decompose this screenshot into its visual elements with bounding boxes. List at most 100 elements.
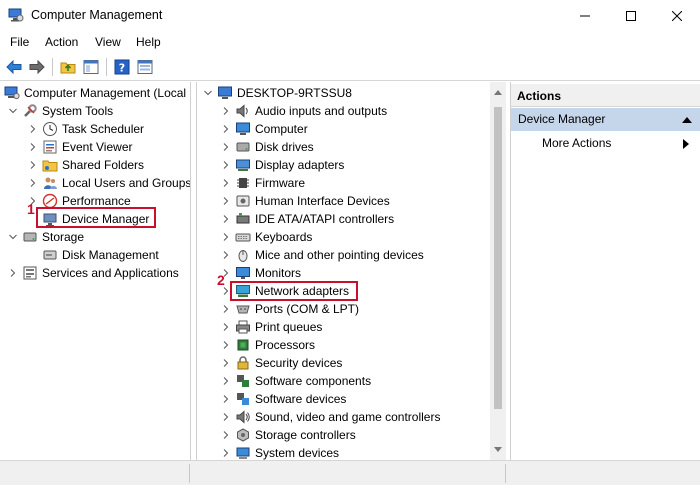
chevron-right-icon[interactable] (221, 250, 231, 260)
device-category-label: Software components (255, 374, 372, 388)
chevron-right-icon[interactable] (221, 178, 231, 188)
device-category-label: IDE ATA/ATAPI controllers (255, 212, 395, 226)
submenu-arrow-icon (683, 139, 689, 149)
tree-item-system-tools[interactable]: System Tools (8, 102, 113, 120)
device-category[interactable]: Sound, video and game controllers (221, 408, 440, 426)
chevron-down-icon[interactable] (8, 232, 18, 242)
users-icon (42, 175, 58, 191)
device-category[interactable]: Software devices (221, 390, 346, 408)
device-category[interactable]: Display adapters (221, 156, 344, 174)
more-actions-label: More Actions (542, 136, 612, 150)
chevron-right-icon[interactable] (28, 142, 38, 152)
device-category[interactable]: Computer (221, 120, 308, 138)
device-category-label: Computer (255, 122, 308, 136)
tree-item-label: Services and Applications (42, 266, 179, 280)
device-category-label: Sound, video and game controllers (255, 410, 441, 424)
tree-item-services-and-applications[interactable]: Services and Applications (8, 264, 179, 282)
maximize-button[interactable] (608, 0, 654, 31)
device-category[interactable]: Human Interface Devices (221, 192, 390, 210)
menu-view[interactable]: View (95, 35, 121, 49)
chevron-right-icon[interactable] (221, 124, 231, 134)
chevron-right-icon[interactable] (221, 376, 231, 386)
chevron-right-icon[interactable] (221, 322, 231, 332)
device-category[interactable]: Print queues (221, 318, 322, 336)
show-hide-console-tree-button[interactable] (81, 57, 101, 77)
chevron-right-icon[interactable] (221, 304, 231, 314)
chevron-right-icon[interactable] (221, 430, 231, 440)
chevron-right-icon[interactable] (8, 268, 18, 278)
menu-file[interactable]: File (10, 35, 29, 49)
chevron-right-icon[interactable] (221, 412, 231, 422)
tree-item-storage[interactable]: Storage (8, 228, 84, 246)
close-button[interactable] (654, 0, 700, 31)
chevron-right-icon[interactable] (28, 178, 38, 188)
tree-item-label: Event Viewer (62, 140, 133, 154)
tree-item-label: Performance (62, 194, 131, 208)
properties-button[interactable] (135, 57, 155, 77)
device-category[interactable]: Disk drives (221, 138, 314, 156)
device-category-label: Display adapters (255, 158, 345, 172)
chevron-down-icon[interactable] (203, 88, 213, 98)
device-category[interactable]: System devices (221, 444, 339, 460)
scroll-down-button[interactable] (490, 442, 506, 458)
scrollbar-thumb[interactable] (494, 107, 502, 409)
chevron-right-icon[interactable] (221, 196, 231, 206)
chevron-right-icon[interactable] (221, 358, 231, 368)
status-cell (196, 464, 506, 483)
collapse-up-icon[interactable] (682, 116, 692, 123)
tree-item-event-viewer[interactable]: Event Viewer (28, 138, 132, 156)
device-category[interactable]: Mice and other pointing devices (221, 246, 424, 264)
tree-root[interactable]: Computer Management (Local (4, 84, 186, 102)
sound-controller-icon (235, 409, 251, 425)
tree-item-local-users-and-groups[interactable]: Local Users and Groups (28, 174, 190, 192)
chevron-right-icon[interactable] (221, 106, 231, 116)
device-category[interactable]: Storage controllers (221, 426, 356, 444)
menu-action[interactable]: Action (45, 35, 78, 49)
device-category-label: Disk drives (255, 140, 314, 154)
device-category[interactable]: Security devices (221, 354, 342, 372)
actions-section-device-manager[interactable]: Device Manager (511, 108, 700, 131)
system-device-icon (235, 445, 251, 460)
chevron-right-icon[interactable] (28, 124, 38, 134)
title-bar: Computer Management (0, 0, 700, 31)
device-category[interactable]: Software components (221, 372, 371, 390)
storage-controller-icon (235, 427, 251, 443)
device-category[interactable]: Keyboards (221, 228, 312, 246)
tree-item-disk-management[interactable]: Disk Management (42, 246, 159, 264)
chevron-right-icon[interactable] (221, 448, 231, 458)
status-cell (4, 464, 190, 483)
event-viewer-icon (42, 139, 58, 155)
scroll-up-button[interactable] (490, 84, 506, 100)
folder-up-icon (60, 62, 76, 74)
minimize-button[interactable] (562, 0, 608, 31)
tree-item-shared-folders[interactable]: Shared Folders (28, 156, 144, 174)
back-button[interactable] (4, 57, 24, 77)
chevron-right-icon[interactable] (221, 394, 231, 404)
chevron-right-icon[interactable] (221, 160, 231, 170)
chevron-right-icon[interactable] (221, 232, 231, 242)
device-category-label: Processors (255, 338, 316, 352)
device-root[interactable]: DESKTOP-9RTSSU8 (203, 84, 352, 102)
device-category[interactable]: Monitors (221, 264, 301, 282)
chevron-right-icon[interactable] (221, 214, 231, 224)
forward-button[interactable] (27, 57, 47, 77)
help-button[interactable]: ? (112, 57, 132, 77)
device-category[interactable]: Firmware (221, 174, 305, 192)
tree-item-task-scheduler[interactable]: Task Scheduler (28, 120, 144, 138)
software-device-icon (235, 391, 251, 407)
chevron-right-icon[interactable] (28, 160, 38, 170)
toolbar-separator (106, 58, 107, 76)
device-category[interactable]: Processors (221, 336, 315, 354)
toolbar: ? (0, 53, 700, 81)
storage-icon (22, 229, 38, 245)
display-adapter-icon (235, 157, 251, 173)
more-actions-item[interactable]: More Actions (542, 136, 611, 150)
device-category[interactable]: Audio inputs and outputs (221, 102, 387, 120)
up-one-level-button[interactable] (58, 57, 78, 77)
chevron-down-icon[interactable] (8, 106, 18, 116)
chevron-right-icon[interactable] (221, 340, 231, 350)
chevron-right-icon[interactable] (221, 142, 231, 152)
device-category[interactable]: Ports (COM & LPT) (221, 300, 359, 318)
device-category[interactable]: IDE ATA/ATAPI controllers (221, 210, 394, 228)
menu-help[interactable]: Help (136, 35, 161, 49)
